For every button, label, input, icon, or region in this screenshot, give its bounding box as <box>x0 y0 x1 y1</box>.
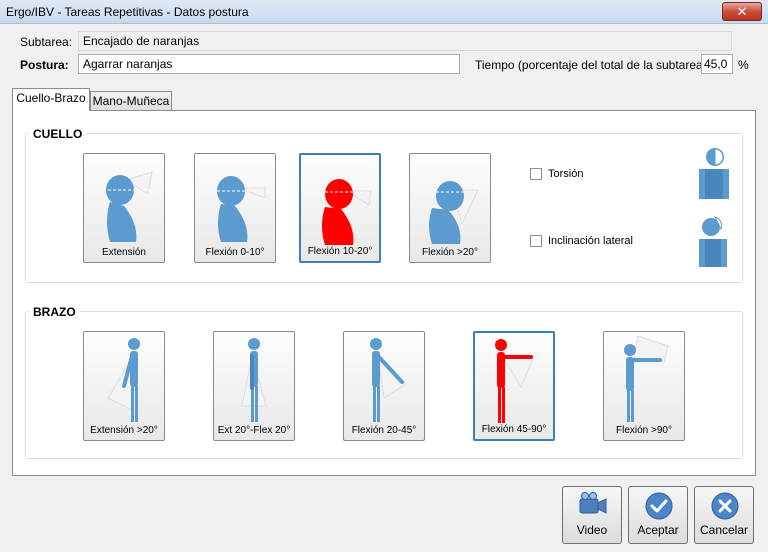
inclinacion-lateral-figure-icon <box>699 216 727 267</box>
brazo-option-label: Extensión >20° <box>90 425 158 436</box>
window-close-button[interactable]: ✕ <box>722 2 762 21</box>
subtarea-field: Encajado de naranjas <box>78 31 732 51</box>
torsion-label: Torsión <box>548 168 584 180</box>
cuello-flexion-10-20-button[interactable]: Flexión 10-20° <box>299 153 381 263</box>
window-title: Ergo/IBV - Tareas Repetitivas - Datos po… <box>6 5 249 19</box>
neck-flexion-10-20-figure-icon <box>322 179 372 245</box>
brazo-title: BRAZO <box>29 305 80 319</box>
inclinacion-checkbox-box[interactable] <box>530 235 542 247</box>
tab-mano-muneca[interactable]: Mano-Muñeca <box>90 91 172 112</box>
inclinacion-label: Inclinación lateral <box>548 235 633 247</box>
cancel-x-icon <box>711 492 739 520</box>
neck-flexion-over-20-figure-icon <box>429 181 479 244</box>
video-label: Video <box>576 523 608 537</box>
cancelar-label: Cancelar <box>699 523 749 537</box>
aceptar-label: Aceptar <box>637 523 679 537</box>
torsion-checkbox[interactable]: Torsión <box>530 168 583 180</box>
arm-neutral-figure-icon <box>241 338 267 422</box>
cuello-option-label: Flexión >20° <box>422 247 478 258</box>
tab-cuello-brazo[interactable]: Cuello-Brazo <box>12 88 90 111</box>
video-camera-icon <box>579 492 607 514</box>
cancelar-button[interactable]: Cancelar <box>694 486 754 544</box>
brazo-option-label: Ext 20°-Flex 20° <box>217 425 291 436</box>
arm-flexion-45-90-figure-icon <box>495 339 534 423</box>
brazo-flexion-45-90-button[interactable]: Flexión 45-90° <box>473 331 555 441</box>
brazo-ext-flex-20-button[interactable]: Ext 20°-Flex 20° <box>213 331 295 441</box>
brazo-flexion-mas-90-button[interactable]: Flexión >90° <box>603 331 685 441</box>
neck-flexion-0-10-figure-icon <box>217 176 266 242</box>
cuello-extension-button[interactable]: Extensión <box>83 153 165 263</box>
cuello-option-label: Flexión 0-10° <box>205 247 265 258</box>
video-button[interactable]: Video <box>562 486 622 544</box>
cuello-option-label: Flexión 10-20° <box>307 246 373 257</box>
neck-extension-figure-icon <box>106 171 153 242</box>
postura-label: Postura: <box>20 58 69 72</box>
cuello-flexion-0-10-button[interactable]: Flexión 0-10° <box>194 153 276 263</box>
postura-input[interactable]: Agarrar naranjas <box>78 54 460 74</box>
torsion-figure-icon <box>699 148 729 199</box>
brazo-option-label: Flexión 45-90° <box>481 424 547 435</box>
brazo-option-label: Flexión >90° <box>616 425 672 436</box>
arm-flexion-20-45-figure-icon <box>370 338 407 422</box>
cuello-option-label: Extensión <box>102 247 146 258</box>
title-bar: Ergo/IBV - Tareas Repetitivas - Datos po… <box>0 0 768 24</box>
arm-flexion-over-90-figure-icon <box>624 336 669 422</box>
cuello-flexion-mas-20-button[interactable]: Flexión >20° <box>409 153 491 263</box>
subtarea-label: Subtarea: <box>20 35 73 49</box>
tiempo-unit: % <box>738 58 749 72</box>
tiempo-input[interactable]: 45,0 <box>701 54 733 74</box>
tab-panel-cuello-brazo: CUELLO Extensión Flexión 0-10° Flexión 1… <box>12 110 756 476</box>
brazo-flexion-20-45-button[interactable]: Flexión 20-45° <box>343 331 425 441</box>
tiempo-label: Tiempo (porcentaje del total de la subta… <box>475 58 711 72</box>
inclinacion-checkbox[interactable]: Inclinación lateral <box>530 235 633 247</box>
brazo-extension-mas-20-button[interactable]: Extensión >20° <box>83 331 165 441</box>
torsion-checkbox-box[interactable] <box>530 168 542 180</box>
checkmark-icon <box>645 492 673 520</box>
arm-extension-figure-icon <box>107 338 140 422</box>
aceptar-button[interactable]: Aceptar <box>628 486 688 544</box>
cuello-title: CUELLO <box>29 127 87 141</box>
brazo-option-label: Flexión 20-45° <box>351 425 417 436</box>
